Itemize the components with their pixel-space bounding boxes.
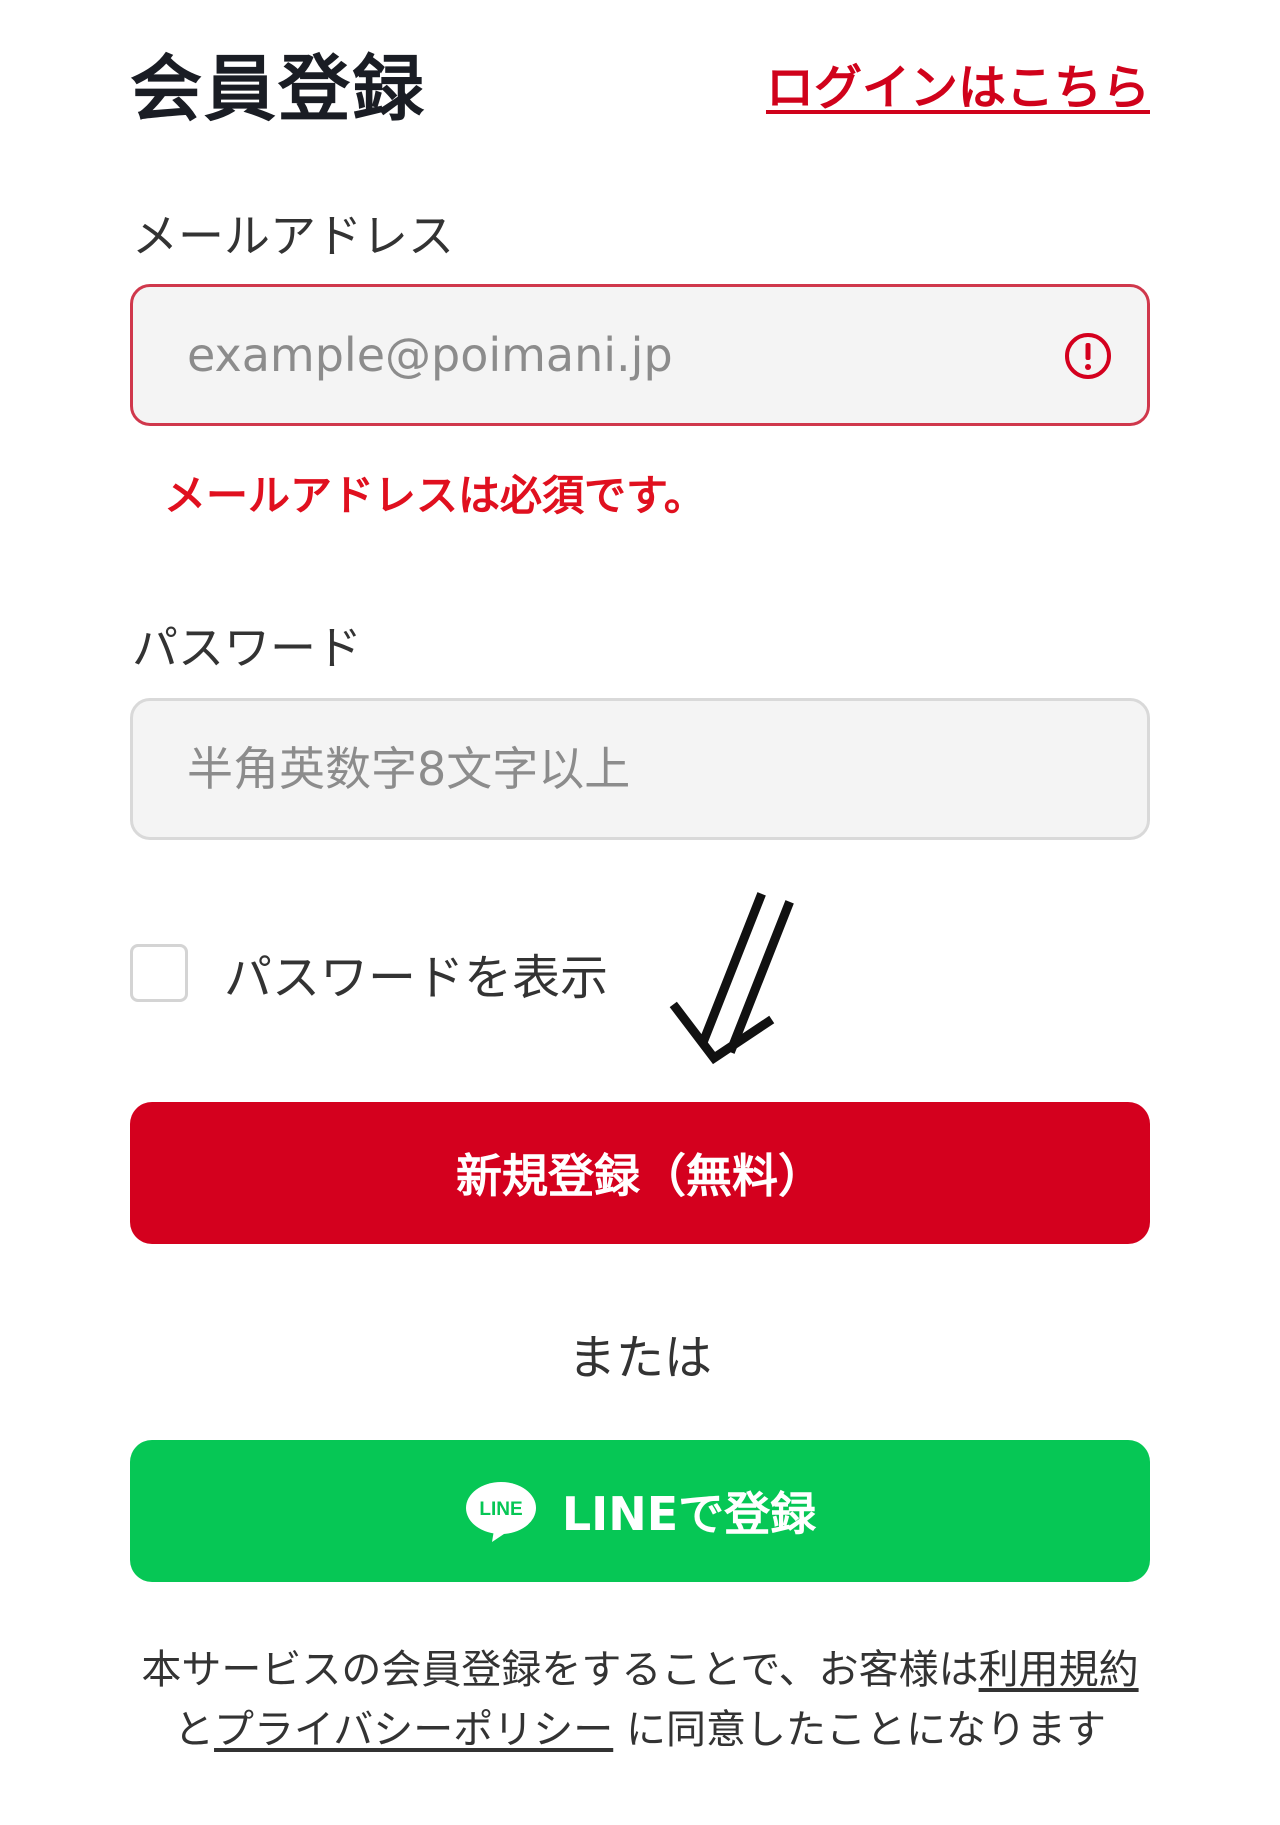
- email-label: メールアドレス: [132, 209, 454, 263]
- terms-conjunction: と: [174, 1707, 215, 1753]
- login-link[interactable]: ログインはこちら: [766, 48, 1150, 118]
- register-button[interactable]: 新規登録（無料）: [130, 1102, 1150, 1244]
- password-label: パスワード: [132, 621, 362, 675]
- line-register-button[interactable]: LINE LINEで登録: [130, 1440, 1150, 1582]
- password-field-box[interactable]: [130, 698, 1150, 840]
- email-field-box[interactable]: [130, 284, 1150, 426]
- error-icon: [1065, 333, 1111, 379]
- email-input[interactable]: [187, 287, 1067, 423]
- line-button-label: LINEで登録: [561, 1487, 817, 1541]
- svg-text:LINE: LINE: [479, 1499, 522, 1520]
- show-password-label[interactable]: パスワードを表示: [224, 938, 608, 1008]
- show-password-checkbox[interactable]: [130, 944, 188, 1002]
- password-input[interactable]: [187, 701, 1067, 837]
- down-arrow-icon: [669, 892, 794, 1065]
- terms-prefix: 本サービスの会員登録をすることで、お客様は: [141, 1647, 979, 1693]
- page-title: 会員登録: [130, 47, 427, 131]
- signup-page: 会員登録 ログインはこちら メールアドレス メールアドレスは必須です。 パスワー…: [0, 0, 1280, 1825]
- line-logo-icon: LINE: [465, 1482, 536, 1542]
- terms-suffix: に同意したことになります: [613, 1707, 1106, 1753]
- terms-notice: 本サービスの会員登録をすることで、お客様は利用規約とプライバシーポリシー に同意…: [130, 1640, 1150, 1760]
- register-button-label: 新規登録（無料）: [456, 1149, 824, 1203]
- privacy-policy-link[interactable]: プライバシーポリシー: [214, 1707, 613, 1753]
- email-error-message: メールアドレスは必須です。: [164, 471, 706, 520]
- or-divider-text: または: [567, 1330, 712, 1386]
- terms-of-service-link[interactable]: 利用規約: [979, 1647, 1139, 1693]
